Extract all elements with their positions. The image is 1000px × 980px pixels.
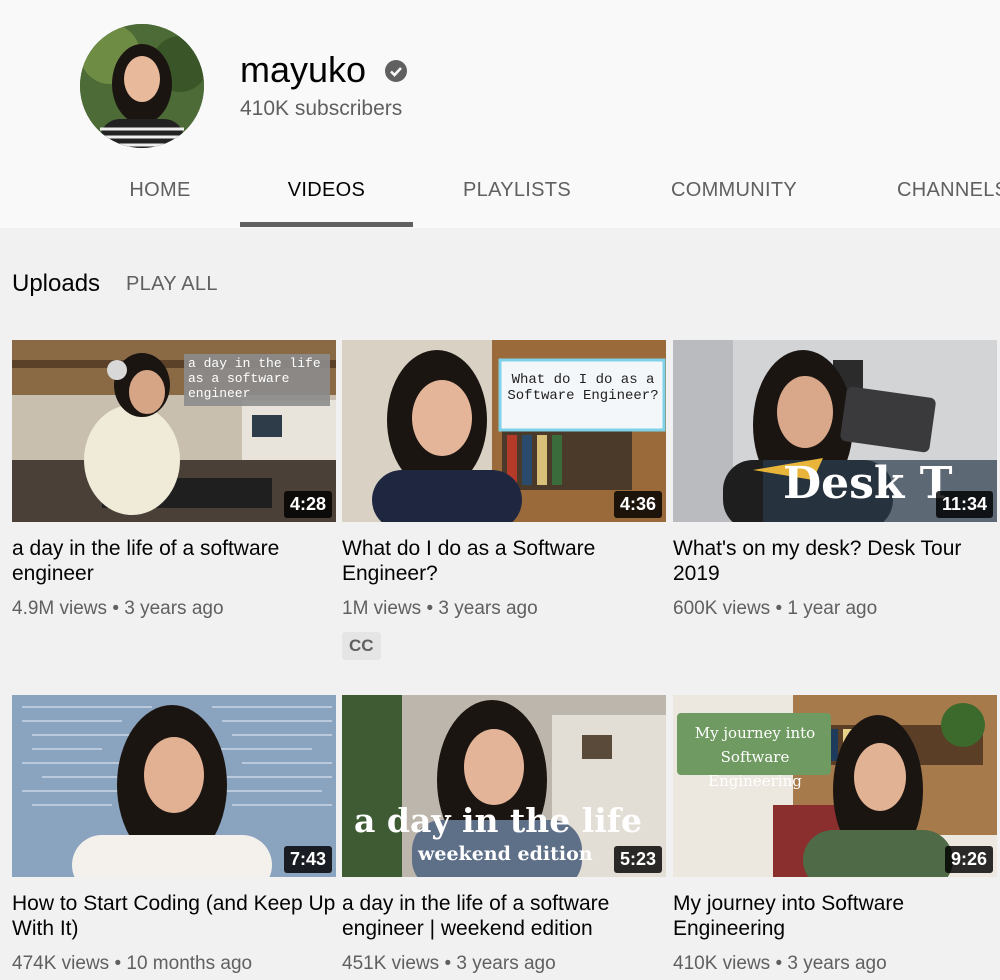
video-meta: 474K views • 10 months ago	[12, 953, 336, 975]
tab-community[interactable]: COMMUNITY	[660, 168, 808, 228]
view-count: 474K views	[12, 953, 110, 974]
video-card[interactable]: a day in the life as a software engineer…	[12, 340, 336, 620]
video-thumbnail[interactable]: Desk T 11:34	[673, 340, 997, 522]
video-title[interactable]: a day in the life of a software engineer…	[342, 891, 666, 941]
tab-home[interactable]: HOME	[118, 168, 202, 228]
video-card[interactable]: Desk T 11:34 What's on my desk? Desk Tou…	[673, 340, 997, 620]
video-card[interactable]: a day in the life weekend edition 5:23 a…	[342, 695, 666, 975]
video-meta: 4.9M views • 3 years ago	[12, 598, 336, 620]
meta-separator: •	[112, 598, 119, 619]
thumbnail-caption: What do I do as a Software Engineer?	[507, 372, 659, 404]
upload-age: 3 years ago	[438, 598, 538, 619]
video-duration: 9:26	[944, 846, 993, 873]
channel-tabs: HOME VIDEOS PLAYLISTS COMMUNITY CHANNELS	[0, 168, 1000, 228]
meta-separator: •	[114, 953, 122, 974]
play-all-button[interactable]: PLAY ALL	[126, 273, 218, 296]
tab-videos[interactable]: VIDEOS	[240, 168, 413, 228]
upload-age: 3 years ago	[787, 953, 887, 974]
video-title[interactable]: a day in the life of a software engineer	[12, 536, 336, 586]
section-title: Uploads	[12, 270, 101, 297]
video-meta: 600K views • 1 year ago	[673, 598, 997, 620]
view-count: 1M views	[342, 598, 422, 619]
tab-channels[interactable]: CHANNELS	[897, 168, 1000, 228]
view-count: 451K views	[342, 953, 440, 974]
video-thumbnail[interactable]: What do I do as a Software Engineer? 4:3…	[342, 340, 666, 522]
video-title[interactable]: My journey into Software Engineering	[673, 891, 997, 941]
channel-name: mayuko	[240, 49, 367, 90]
video-title[interactable]: What's on my desk? Desk Tour 2019	[673, 536, 997, 586]
video-duration: 4:36	[613, 491, 662, 518]
video-card[interactable]: What do I do as a Software Engineer? 4:3…	[342, 340, 666, 660]
video-thumbnail[interactable]: a day in the life weekend edition 5:23	[342, 695, 666, 877]
video-meta: 410K views • 3 years ago	[673, 953, 997, 975]
video-meta: 1M views • 3 years ago	[342, 598, 666, 620]
video-duration: 4:28	[283, 491, 332, 518]
meta-separator: •	[426, 598, 434, 619]
upload-age: 3 years ago	[456, 953, 556, 974]
video-card[interactable]: 7:43 How to Start Coding (and Keep Up Wi…	[12, 695, 336, 975]
verified-icon	[385, 60, 407, 82]
upload-age: 1 year ago	[787, 598, 878, 619]
video-thumbnail[interactable]: My journey into Software Engineering 9:2…	[673, 695, 997, 877]
view-count: 600K views	[673, 598, 771, 619]
video-thumbnail[interactable]: a day in the life as a software engineer…	[12, 340, 336, 522]
active-tab-indicator	[240, 222, 413, 227]
video-duration: 11:34	[935, 491, 993, 518]
video-title[interactable]: How to Start Coding (and Keep Up With It…	[12, 891, 336, 941]
tab-playlists[interactable]: PLAYLISTS	[452, 168, 582, 228]
view-count: 4.9M views	[12, 598, 108, 619]
video-duration: 7:43	[283, 846, 332, 873]
upload-age: 10 months ago	[126, 953, 253, 974]
channel-avatar[interactable]	[80, 24, 204, 148]
upload-age: 3 years ago	[124, 598, 224, 619]
view-count: 410K views	[673, 953, 771, 974]
thumbnail-caption: a day in the life as a software engineer	[188, 356, 321, 401]
channel-header: mayuko 410K subscribers HOME VIDEOS PLAY…	[0, 0, 1000, 228]
avatar-image	[80, 24, 204, 148]
video-title[interactable]: What do I do as a Software Engineer?	[342, 536, 666, 586]
thumbnail-caption: a day in the life	[354, 801, 642, 840]
video-thumbnail[interactable]: 7:43	[12, 695, 336, 877]
cc-badge: CC	[342, 632, 381, 660]
video-duration: 5:23	[613, 846, 662, 873]
meta-separator: •	[444, 953, 452, 974]
meta-separator: •	[775, 953, 783, 974]
video-card[interactable]: My journey into Software Engineering 9:2…	[673, 695, 997, 975]
video-meta: 451K views • 3 years ago	[342, 953, 666, 975]
subscriber-count: 410K subscribers	[240, 97, 403, 120]
meta-separator: •	[775, 598, 783, 619]
thumbnail-subcaption: weekend edition	[418, 843, 593, 865]
thumbnail-caption: My journey into Software Engineering	[694, 724, 816, 790]
thumbnail-caption: Desk T	[783, 458, 953, 509]
